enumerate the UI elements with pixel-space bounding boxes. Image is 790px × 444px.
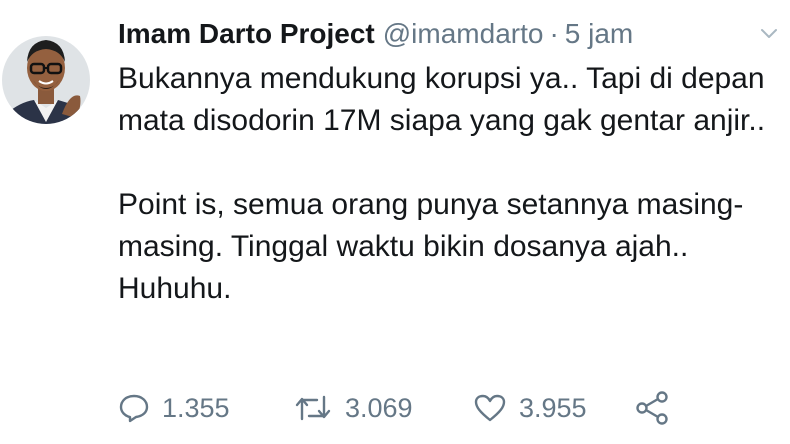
tweet-actions: 1.355 3.069 3.955 [118, 388, 671, 428]
like-count: 3.955 [519, 392, 587, 423]
reply-button[interactable]: 1.355 [118, 393, 293, 424]
like-button[interactable]: 3.955 [473, 393, 635, 424]
author-name[interactable]: Imam Darto Project [118, 18, 375, 50]
retweet-button[interactable]: 3.069 [293, 393, 473, 424]
author-handle[interactable]: @imamdarto [383, 18, 544, 50]
heart-icon [473, 393, 507, 423]
share-icon [635, 391, 671, 425]
avatar[interactable] [0, 22, 92, 142]
share-button[interactable] [635, 391, 671, 425]
tweet-text: Bukannya mendukung korupsi ya.. Tapi di … [118, 58, 790, 310]
tweet-header: Imam Darto Project @imamdarto · 5 jam [118, 12, 750, 56]
chevron-down-icon[interactable] [758, 22, 780, 44]
reply-icon [118, 393, 150, 423]
tweet-paragraph: Point is, semua orang punya setannya mas… [118, 188, 744, 305]
retweet-icon [293, 393, 333, 423]
separator-dot: · [549, 18, 559, 49]
reply-count: 1.355 [162, 392, 230, 423]
retweet-count: 3.069 [345, 392, 413, 423]
tweet-timestamp[interactable]: 5 jam [565, 18, 633, 50]
tweet-paragraph: Bukannya mendukung korupsi ya.. Tapi di … [118, 62, 766, 137]
